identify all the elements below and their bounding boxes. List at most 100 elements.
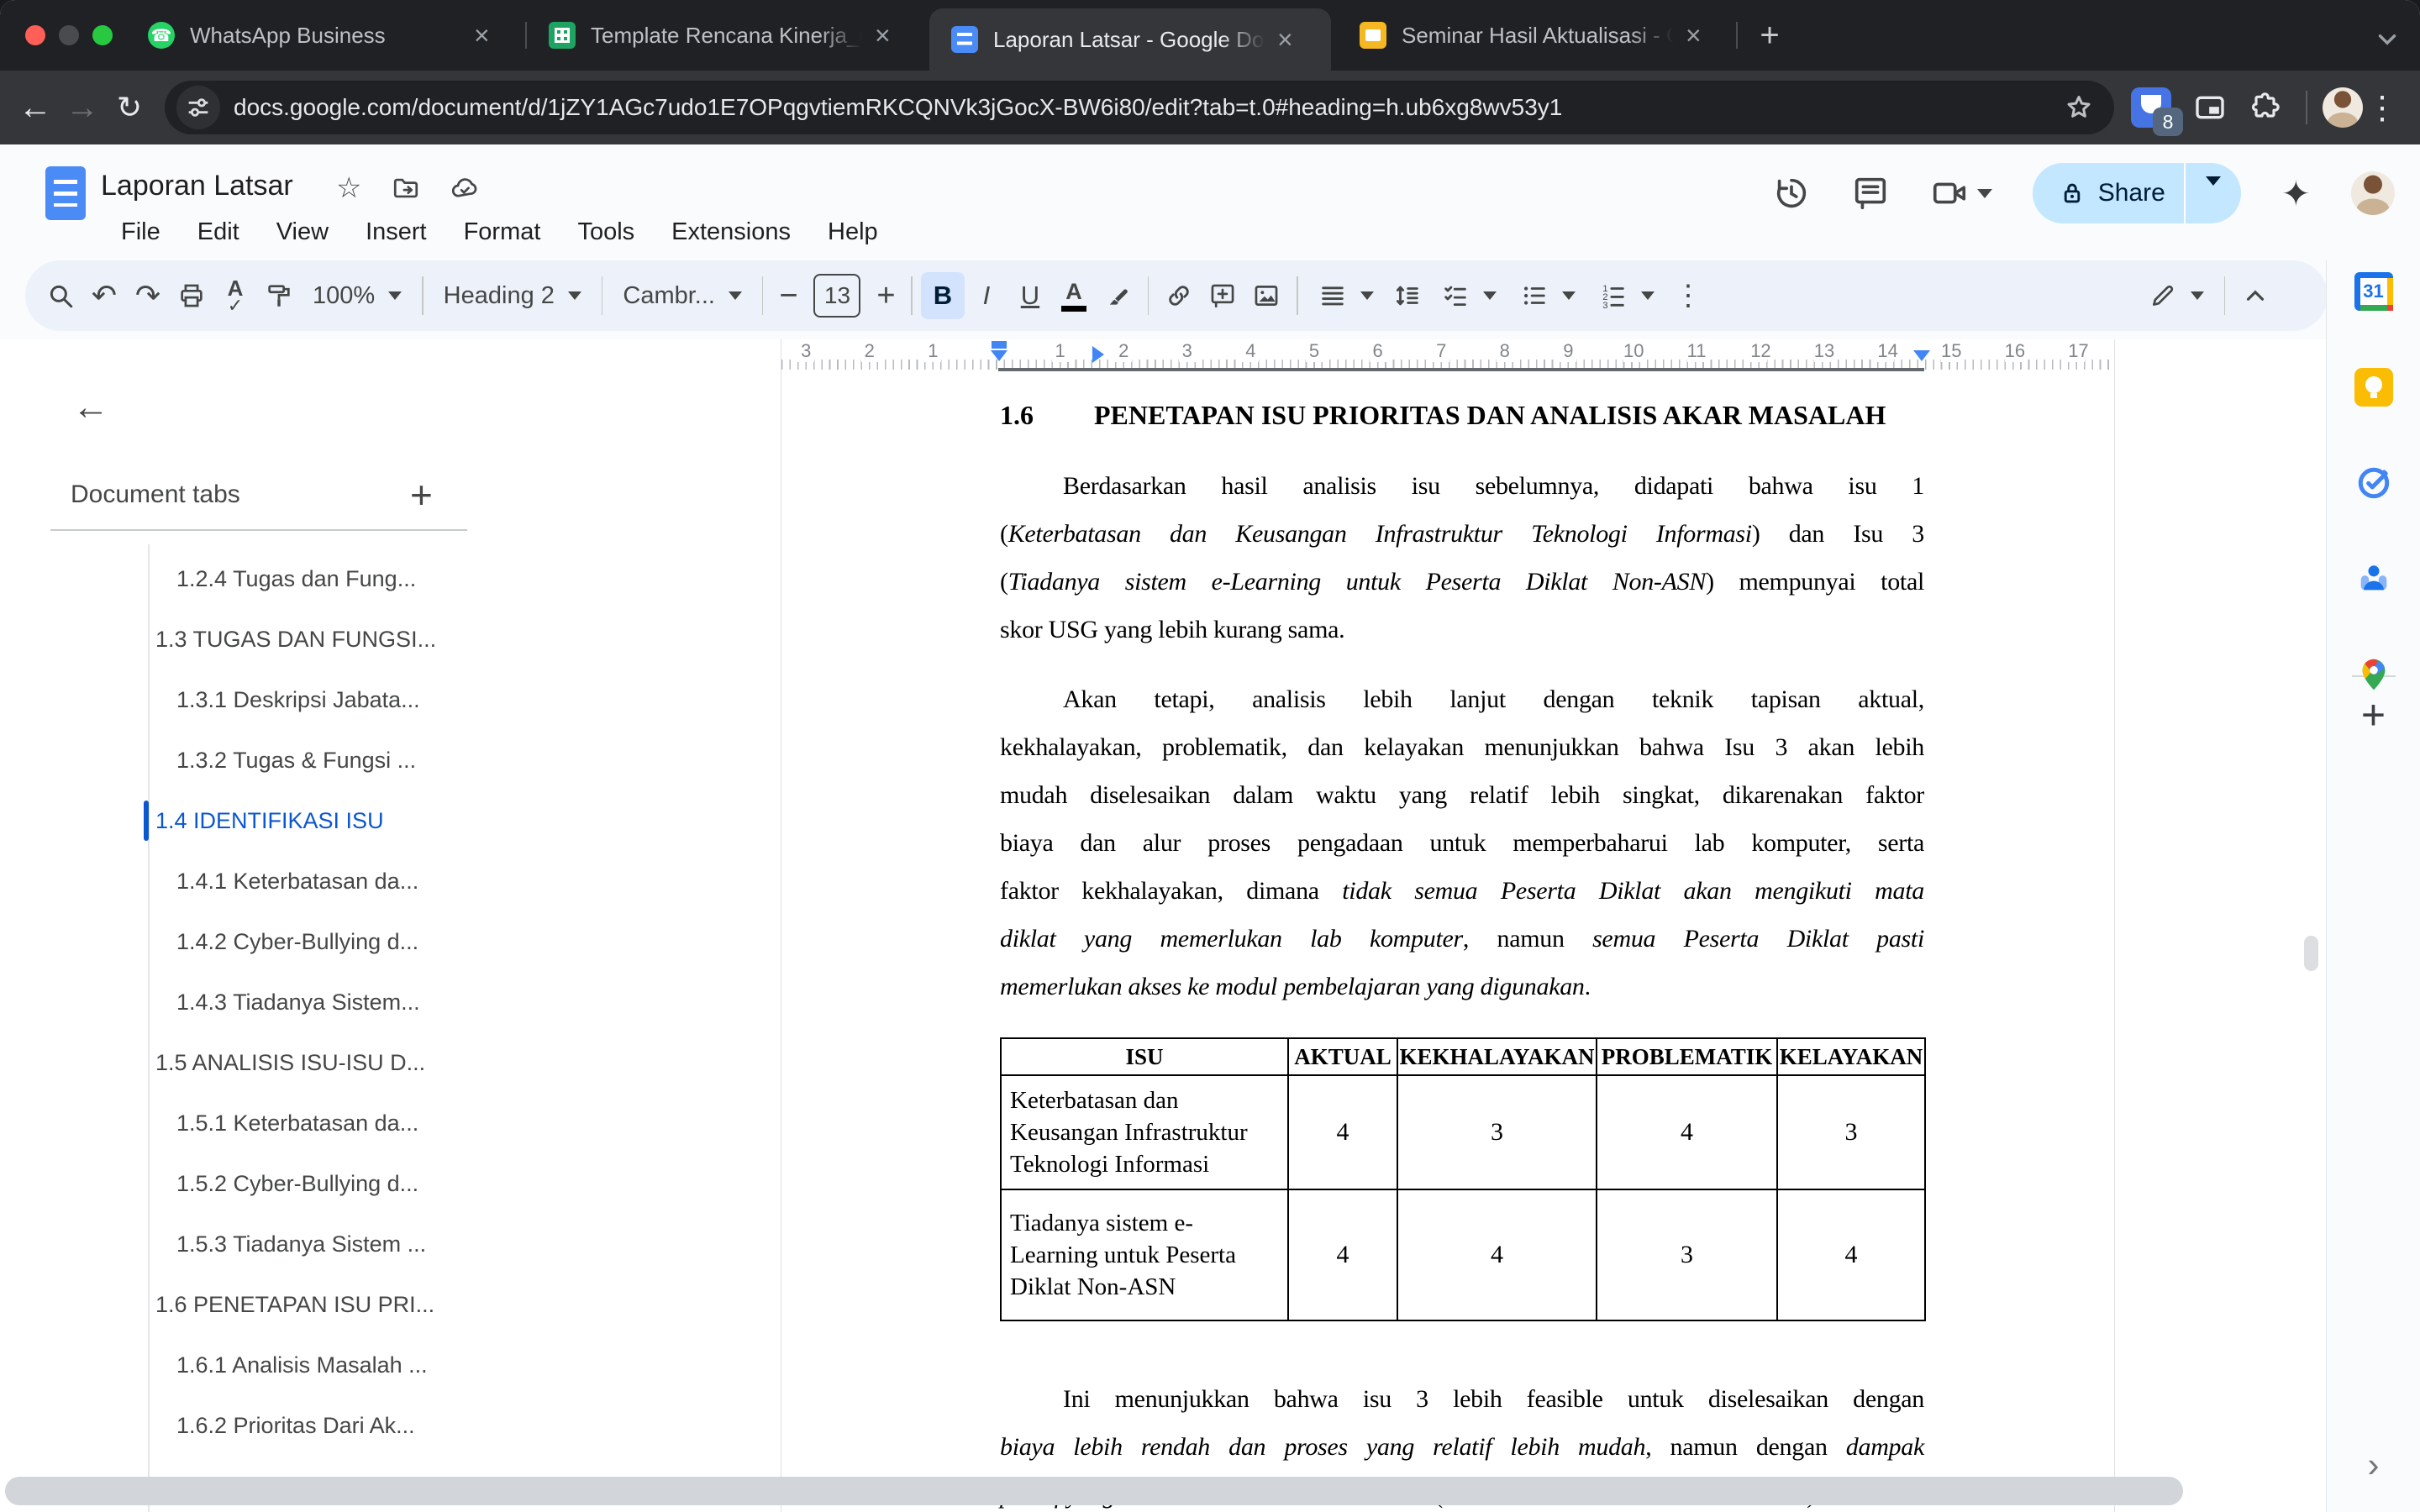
outline-item[interactable]: 1.6.1 Analisis Masalah ... [0, 1335, 781, 1395]
doc-paragraph[interactable]: Akan tetapi, analisis lebih lanjut denga… [1000, 675, 1924, 1011]
spellcheck-icon[interactable]: A ✓ [213, 272, 257, 319]
add-comment-icon[interactable] [1201, 272, 1244, 319]
editing-mode-select[interactable] [2137, 281, 2216, 310]
doc-paragraph[interactable]: Berdasarkan hasil analisis isu sebelumny… [1000, 462, 1924, 654]
google-keep-icon[interactable] [2354, 368, 2393, 407]
adblock-extension-icon[interactable]: 8 [2131, 87, 2171, 128]
share-options-chevron[interactable] [2186, 186, 2241, 201]
page-content[interactable]: 1.6PENETAPAN ISU PRIORITAS DAN ANALISIS … [1000, 371, 1924, 1512]
google-contacts-icon[interactable] [2354, 559, 2393, 598]
paint-format-icon[interactable] [257, 272, 301, 319]
zoom-select[interactable]: 100% [301, 282, 413, 310]
table-cell-value[interactable]: 3 [1597, 1189, 1777, 1320]
tab-slides[interactable]: Seminar Hasil Aktualisasi - Go × [1338, 0, 1734, 71]
table-header-cell[interactable]: KELAYAKAN [1777, 1038, 1925, 1075]
site-settings-icon[interactable] [176, 86, 220, 129]
back-button[interactable]: ← [12, 84, 59, 131]
table-cell-value[interactable]: 4 [1288, 1189, 1397, 1320]
table-header-cell[interactable]: KEKHALAYAKAN [1397, 1038, 1597, 1075]
browser-menu-icon[interactable]: ⋮ [2366, 89, 2398, 127]
outline-item[interactable]: 1.5.1 Keterbatasan da... [0, 1093, 781, 1153]
close-tab-icon[interactable]: × [875, 22, 891, 49]
address-bar[interactable]: docs.google.com/document/d/1jZY1AGc7udo1… [165, 81, 2114, 134]
bold-button[interactable]: B [921, 272, 965, 319]
picture-in-picture-icon[interactable] [2190, 87, 2230, 128]
menu-extensions[interactable]: Extensions [653, 213, 809, 251]
back-icon[interactable]: ← [72, 386, 109, 428]
italic-button[interactable]: I [965, 272, 1008, 319]
usg-table[interactable]: ISUAKTUALKEKHALAYAKANPROBLEMATIKKELAYAKA… [1000, 1037, 1926, 1321]
horizontal-scrollbar-thumb[interactable] [5, 1477, 2183, 1505]
table-cell-value[interactable]: 3 [1777, 1075, 1925, 1189]
gemini-sparkle-icon[interactable]: ✦ [2281, 173, 2311, 214]
hide-menus-chevron-icon[interactable] [2233, 272, 2277, 319]
insert-link-icon[interactable] [1157, 272, 1201, 319]
outline-item[interactable]: 1.6 PENETAPAN ISU PRI... [0, 1274, 781, 1335]
outline-item[interactable]: 1.4.2 Cyber-Bullying d... [0, 911, 781, 972]
tab-whatsapp[interactable]: ☎ WhatsApp Business × [126, 0, 525, 71]
table-header-cell[interactable]: ISU [1001, 1038, 1288, 1075]
numbered-list-select[interactable]: 123 [1587, 281, 1666, 310]
highlight-color-icon[interactable] [1096, 272, 1139, 319]
tab-search-chevron-icon[interactable] [2373, 25, 2402, 54]
outline-item[interactable]: 1.3 TUGAS DAN FUNGSI... [0, 609, 781, 669]
font-size-input[interactable]: 13 [813, 274, 860, 318]
table-cell-value[interactable]: 4 [1777, 1189, 1925, 1320]
google-tasks-icon[interactable] [2354, 464, 2393, 502]
menu-help[interactable]: Help [809, 213, 897, 251]
print-icon[interactable] [170, 272, 213, 319]
first-line-indent-marker[interactable] [992, 341, 1007, 349]
bookmark-star-icon[interactable] [2062, 91, 2096, 124]
get-addons-button[interactable]: + [2327, 690, 2420, 739]
table-cell-isu[interactable]: Keterbatasan dan Keusangan Infrastruktur… [1001, 1075, 1288, 1189]
comments-icon[interactable] [1851, 174, 1890, 213]
browser-profile-avatar[interactable] [2323, 87, 2363, 128]
tab-sheets[interactable]: Template Rencana Kinerja_OK × [527, 0, 926, 71]
document-title[interactable]: Laporan Latsar [101, 170, 293, 202]
text-color-button[interactable]: A [1052, 272, 1096, 319]
right-indent-marker[interactable] [1913, 350, 1930, 361]
outline-item[interactable]: 1.5.2 Cyber-Bullying d... [0, 1153, 781, 1214]
paragraph-indent-marker[interactable] [1092, 346, 1104, 363]
google-docs-logo-icon[interactable] [45, 166, 86, 220]
table-cell-isu[interactable]: Tiadanya sistem e-Learning untuk Peserta… [1001, 1189, 1288, 1320]
new-tab-button[interactable]: + [1751, 17, 1788, 54]
outline-item[interactable]: 1.4.1 Keterbatasan da... [0, 851, 781, 911]
cloud-saved-icon[interactable] [450, 174, 479, 202]
google-maps-icon[interactable] [2354, 655, 2393, 694]
menu-tools[interactable]: Tools [559, 213, 653, 251]
outline-item[interactable]: 1.5 ANALISIS ISU-ISU D... [0, 1032, 781, 1093]
increase-font-size-button[interactable]: + [869, 278, 902, 314]
share-button[interactable]: Share [2033, 163, 2241, 223]
version-history-icon[interactable] [1772, 174, 1811, 213]
star-document-icon[interactable]: ☆ [336, 171, 361, 205]
reload-button[interactable]: ↻ [106, 84, 153, 131]
close-tab-icon[interactable]: × [1686, 22, 1702, 49]
menu-view[interactable]: View [258, 213, 347, 251]
doc-heading[interactable]: 1.6PENETAPAN ISU PRIORITAS DAN ANALISIS … [1000, 388, 1924, 442]
table-cell-value[interactable]: 4 [1597, 1075, 1777, 1189]
decrease-font-size-button[interactable]: − [771, 278, 805, 314]
redo-icon[interactable]: ↷ [126, 272, 170, 319]
table-header-cell[interactable]: PROBLEMATIK [1597, 1038, 1777, 1075]
line-spacing-icon[interactable] [1386, 272, 1429, 319]
zoom-window-button[interactable] [92, 25, 113, 45]
close-tab-icon[interactable]: × [474, 22, 490, 49]
extensions-puzzle-icon[interactable] [2245, 87, 2286, 128]
vertical-scrollbar-thumb[interactable] [2304, 936, 2318, 971]
search-menus-icon[interactable] [39, 272, 82, 319]
undo-icon[interactable]: ↶ [82, 272, 126, 319]
align-select[interactable] [1307, 281, 1386, 310]
bulleted-list-select[interactable] [1508, 281, 1587, 310]
meet-presentation-control[interactable] [1930, 174, 1992, 213]
menu-edit[interactable]: Edit [179, 213, 258, 251]
ruler[interactable]: 3211234567891011121314151617 [781, 339, 2115, 371]
menu-insert[interactable]: Insert [347, 213, 445, 251]
table-header-cell[interactable]: AKTUAL [1288, 1038, 1397, 1075]
menu-format[interactable]: Format [445, 213, 560, 251]
outline-item-active[interactable]: 1.4 IDENTIFIKASI ISU [0, 790, 781, 851]
more-toolbar-options-icon[interactable]: ⋮ [1666, 272, 1710, 319]
close-tab-icon[interactable]: × [1277, 26, 1293, 53]
outline-item[interactable]: 1.2.4 Tugas dan Fung... [0, 549, 781, 609]
left-indent-marker[interactable] [991, 350, 1007, 361]
